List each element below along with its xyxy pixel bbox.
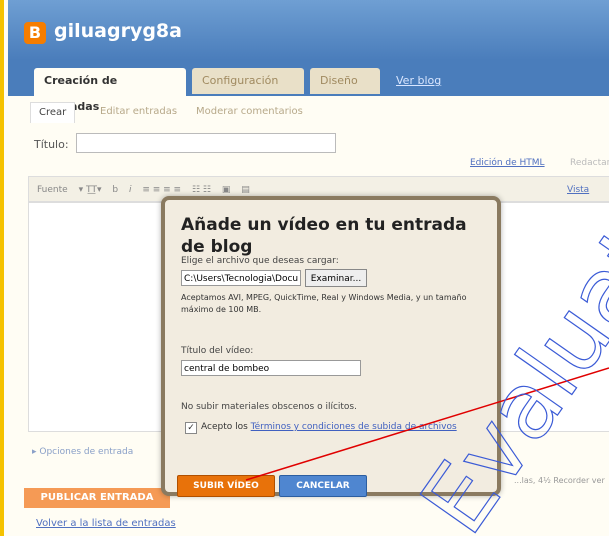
app-frame: B giluagryg8a Creación de entradas Confi… [0,0,609,536]
entry-options-link[interactable]: ▸ Opciones de entrada [32,447,133,457]
title-label: Título: [34,138,69,151]
accept-prefix: Acepto los [201,422,248,432]
accept-terms-text: Acepto los Términos y condiciones de sub… [201,421,471,433]
browse-button[interactable]: Examinar... [305,269,367,287]
post-title-input[interactable] [76,133,336,153]
terms-link[interactable]: Términos y condiciones de subida de arch… [251,422,457,432]
file-path-input[interactable]: C:\Users\Tecnologia\Docu [181,270,301,286]
cancel-button[interactable]: CANCELAR [279,475,367,497]
compose-link[interactable]: Redactar [570,158,609,168]
blog-header: B giluagryg8a [8,0,609,60]
subtab-moderar[interactable]: Moderar comentarios [188,102,311,122]
video-upload-dialog: Añade un vídeo en tu entrada de blog Eli… [161,196,501,497]
publish-button[interactable]: PUBLICAR ENTRADA [24,488,170,508]
blogger-logo-icon: B [24,22,46,44]
edit-html-link[interactable]: Edición de HTML [470,158,545,168]
bottom-note: ...las, 4½ Recorder ver [514,476,605,485]
accepted-formats-text: Aceptamos AVI, MPEG, QuickTime, Real y W… [181,293,467,314]
image-icon[interactable]: ▣ [222,185,231,195]
main-tabs: Creación de entradas Configuración Diseñ… [8,60,609,113]
no-obscene-note: No subir materiales obscenos o ilícitos. [181,402,357,412]
subtab-crear[interactable]: Crear [30,102,76,123]
font-size-icon[interactable]: ▾ T͟T▾ [79,185,102,195]
dialog-title: Añade un vídeo en tu entrada de blog [181,215,467,257]
blog-name: giluagryg8a [54,20,182,42]
accept-terms-checkbox[interactable]: ✓ [185,422,197,434]
video-icon[interactable]: ▤ [241,185,250,195]
bold-icon[interactable]: b [112,185,118,195]
video-title-label: Título del vídeo: [181,346,254,356]
back-to-list-link[interactable]: Volver a la lista de entradas [36,518,176,529]
italic-icon[interactable]: i [129,185,132,195]
choose-file-label: Elige el archivo que deseas cargar: [181,256,339,266]
align-icon[interactable]: ≡ ≡ ≡ ≡ [142,185,181,195]
upload-video-button[interactable]: SUBIR VÍDEO [177,475,275,497]
tab-configuracion[interactable]: Configuración [192,68,304,94]
subtab-editar[interactable]: Editar entradas [92,102,185,122]
tab-creacion[interactable]: Creación de entradas [34,68,186,113]
video-title-input[interactable]: central de bombeo [181,360,361,376]
font-select[interactable]: Fuente [37,185,68,195]
tab-ver-blog[interactable]: Ver blog [386,68,456,94]
tab-diseno[interactable]: Diseño [310,68,380,94]
list-icon[interactable]: ☷ ☷ [192,185,211,195]
